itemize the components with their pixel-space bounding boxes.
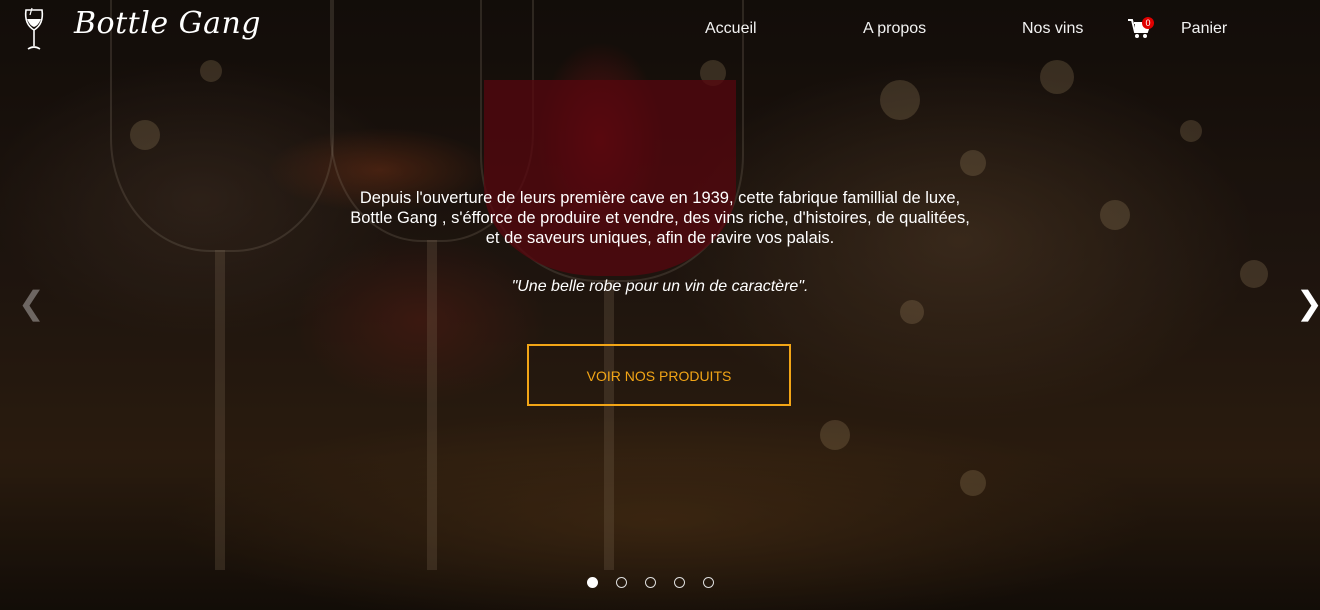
nav-link-a-propos[interactable]: A propos xyxy=(863,20,926,38)
carousel-indicators xyxy=(587,577,732,588)
carousel-dot[interactable] xyxy=(645,577,656,588)
carousel-dot[interactable] xyxy=(587,577,598,588)
navbar: Bottle Gang Accueil A propos Nos vins 0 … xyxy=(0,0,1320,60)
chevron-left-icon[interactable]: ❮ xyxy=(18,284,45,322)
hero-intro-text: Depuis l'ouverture de leurs première cav… xyxy=(310,188,1010,248)
hero-carousel: Bottle Gang Accueil A propos Nos vins 0 … xyxy=(0,0,1320,610)
hero-content: Depuis l'ouverture de leurs première cav… xyxy=(310,188,1010,296)
intro-line: Bottle Gang , s'éfforce de produire et v… xyxy=(350,209,970,227)
carousel-dot[interactable] xyxy=(703,577,714,588)
intro-line: Depuis l'ouverture de leurs première cav… xyxy=(359,189,961,207)
nav-link-panier[interactable]: Panier xyxy=(1181,20,1227,38)
dark-overlay xyxy=(0,0,1320,610)
nav-link-nos-vins[interactable]: Nos vins xyxy=(1022,20,1083,38)
hero-tagline: "Une belle robe pour un vin de caractère… xyxy=(511,278,809,295)
view-products-button[interactable]: VOIR NOS PRODUITS xyxy=(527,344,791,406)
carousel-dot[interactable] xyxy=(674,577,685,588)
intro-line: et de saveurs uniques, afin de ravire vo… xyxy=(485,229,835,247)
carousel-dot[interactable] xyxy=(616,577,627,588)
cart-count-badge: 0 xyxy=(1142,17,1154,29)
wine-glass-icon[interactable] xyxy=(20,6,48,54)
nav-link-accueil[interactable]: Accueil xyxy=(705,20,757,38)
brand-logo[interactable]: Bottle Gang xyxy=(74,6,261,41)
chevron-right-icon[interactable]: ❯ xyxy=(1296,284,1320,322)
